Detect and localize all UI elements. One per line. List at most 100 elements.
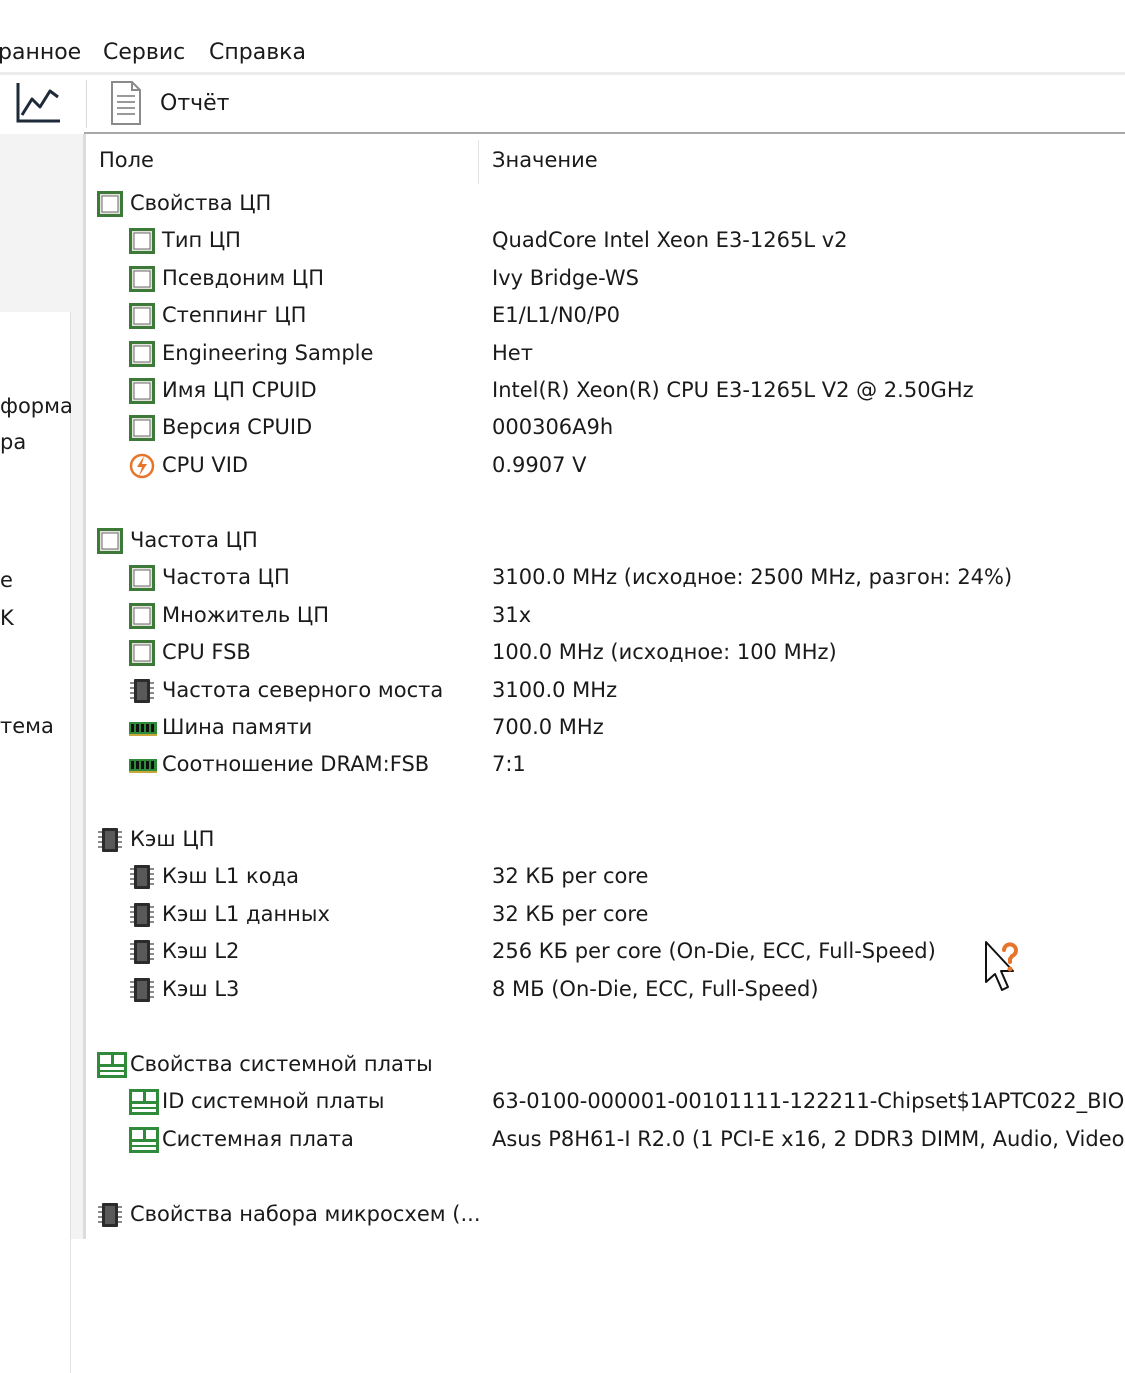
chip-icon: [96, 826, 124, 854]
field-value: 3100.0 MHz: [492, 678, 618, 702]
field-name: Тип ЦП: [162, 228, 241, 252]
chip-icon: [128, 938, 156, 966]
field-name: Кэш L3: [162, 977, 240, 1001]
cpu-icon: [128, 639, 156, 667]
menu-item-help[interactable]: Справка: [209, 40, 306, 65]
tree-item-fragment[interactable]: K: [0, 606, 14, 630]
table-row[interactable]: Частота северного моста 3100.0 MHz: [86, 673, 1125, 710]
table-row[interactable]: Шина памяти 700.0 MHz: [86, 710, 1125, 747]
tree-item-fragment[interactable]: тема: [0, 714, 54, 738]
memory-icon: [128, 714, 157, 742]
field-name: Частота северного моста: [162, 678, 444, 702]
cpu-icon: [96, 527, 124, 555]
table-row[interactable]: Тип ЦП QuadCore Intel Xeon E3-1265L v2: [86, 223, 1125, 260]
report-button-label: Отчёт: [160, 91, 230, 116]
menu-item-service[interactable]: Сервис: [103, 40, 185, 65]
field-value: 000306A9h: [492, 415, 614, 439]
table-group-row[interactable]: Частота ЦП: [86, 523, 1125, 560]
table-row[interactable]: Кэш L2 256 КБ per core (On-Die, ECC, Full…: [86, 934, 1125, 971]
menu-item-favorites[interactable]: ранное: [0, 40, 81, 65]
table-row[interactable]: Версия CPUID 000306A9h: [86, 410, 1125, 447]
field-value: 256 КБ per core (On-Die, ECC, Full-Speed…: [492, 939, 936, 963]
table-row[interactable]: Кэш L1 данных 32 КБ per core: [86, 897, 1125, 934]
field-value: 63-0100-000001-00101111-122211-Chipset$1…: [492, 1089, 1125, 1113]
details-table: Поле Значение Свойства ЦП Тип ЦП QuadCore …: [86, 134, 1125, 1239]
field-name: Множитель ЦП: [162, 603, 329, 627]
cpu-icon: [128, 602, 156, 630]
chip-icon: [128, 901, 156, 929]
table-row[interactable]: Кэш L1 кода 32 КБ per core: [86, 859, 1125, 896]
field-name: Версия CPUID: [162, 415, 313, 439]
chip-icon: [96, 1201, 124, 1229]
cpu-icon: [128, 564, 156, 592]
group-label: Свойства системной платы: [130, 1052, 433, 1076]
table-group-row[interactable]: Свойства системной платы: [86, 1047, 1125, 1084]
field-value: 0.9907 V: [492, 453, 587, 477]
table-group-row[interactable]: Кэш ЦП: [86, 822, 1125, 859]
cpu-icon: [128, 414, 156, 442]
chart-icon: [16, 83, 60, 123]
field-value: Intel(R) Xeon(R) CPU E3-1265L V2 @ 2.50G…: [492, 378, 974, 402]
cpu-icon: [96, 190, 124, 218]
group-label: Свойства ЦП: [130, 191, 272, 215]
field-name: Шина памяти: [162, 715, 313, 739]
chip-icon: [128, 976, 156, 1004]
field-name: Частота ЦП: [162, 565, 290, 589]
field-value: 32 КБ per core: [492, 902, 649, 926]
toolbar-separator: [86, 80, 87, 128]
toolbar: Отчёт: [0, 75, 1125, 132]
table-group-row[interactable]: Свойства набора микросхем (...: [86, 1197, 1125, 1234]
tree-item-fragment[interactable]: е: [0, 568, 13, 592]
chip-icon: [128, 677, 156, 705]
table-row[interactable]: Псевдоним ЦП Ivy Bridge-WS: [86, 261, 1125, 298]
cpu-icon: [128, 265, 156, 293]
field-value: E1/L1/N0/P0: [492, 303, 621, 327]
table-row[interactable]: Engineering Sample Нет: [86, 336, 1125, 373]
table-row[interactable]: ID системной платы 63-0100-000001-0010111…: [86, 1084, 1125, 1121]
report-button[interactable]: Отчёт: [106, 79, 236, 127]
cpu-icon: [128, 227, 156, 255]
chip-icon: [128, 863, 156, 891]
left-navigation-tree: форма ра е K тема: [0, 312, 73, 1373]
field-value: 7:1: [492, 752, 526, 776]
column-header-field[interactable]: Поле: [99, 148, 154, 172]
table-row[interactable]: Частота ЦП 3100.0 MHz (исходное: 2500 MHz…: [86, 560, 1125, 597]
tree-item-fragment[interactable]: ра: [0, 430, 26, 454]
field-name: Псевдоним ЦП: [162, 266, 324, 290]
field-value: QuadCore Intel Xeon E3-1265L v2: [492, 228, 848, 252]
field-name: ID системной платы: [162, 1089, 385, 1113]
table-row[interactable]: Системная плата Asus P8H61-I R2.0 (1 PCI-…: [86, 1122, 1125, 1159]
benchmark-chart-button[interactable]: [14, 81, 62, 125]
table-row[interactable]: Множитель ЦП 31x: [86, 598, 1125, 635]
column-header-value[interactable]: Значение: [492, 148, 598, 172]
cpu-icon: [128, 340, 156, 368]
table-row[interactable]: Степпинг ЦП E1/L1/N0/P0: [86, 298, 1125, 335]
table-row[interactable]: Имя ЦП CPUID Intel(R) Xeon(R) CPU E3-1265…: [86, 373, 1125, 410]
field-name: Имя ЦП CPUID: [162, 378, 317, 402]
table-row[interactable]: Кэш L3 8 МБ (On-Die, ECC, Full-Speed): [86, 972, 1125, 1009]
field-name: Степпинг ЦП: [162, 303, 307, 327]
field-value: 3100.0 MHz (исходное: 2500 MHz, разгон: …: [492, 565, 1013, 589]
field-name: Engineering Sample: [162, 341, 374, 365]
field-value: 700.0 MHz: [492, 715, 604, 739]
table-row[interactable]: CPU VID 0.9907 V: [86, 448, 1125, 485]
mouse-cursor-icon: [985, 941, 1018, 991]
field-name: Соотношение DRAM:FSB: [162, 752, 430, 776]
report-document-icon: [111, 81, 141, 125]
menu-bar: ранное Сервис Справка: [0, 0, 1125, 72]
memory-icon: [128, 751, 157, 779]
left-navigation-panel: форма ра е K тема: [0, 134, 84, 1373]
field-value: Ivy Bridge-WS: [492, 266, 639, 290]
motherboard-icon: [128, 1126, 159, 1154]
field-value: 8 МБ (On-Die, ECC, Full-Speed): [492, 977, 819, 1001]
tree-item-fragment[interactable]: форма: [0, 394, 73, 418]
group-label: Частота ЦП: [130, 528, 258, 552]
column-header-divider[interactable]: [478, 140, 479, 184]
field-name: CPU VID: [162, 453, 249, 477]
voltage-icon: [128, 452, 156, 480]
cpu-icon: [128, 302, 156, 330]
table-row[interactable]: CPU FSB 100.0 MHz (исходное: 100 MHz): [86, 635, 1125, 672]
table-row[interactable]: Соотношение DRAM:FSB 7:1: [86, 747, 1125, 784]
field-name: Кэш L2: [162, 939, 240, 963]
table-group-row[interactable]: Свойства ЦП: [86, 186, 1125, 223]
